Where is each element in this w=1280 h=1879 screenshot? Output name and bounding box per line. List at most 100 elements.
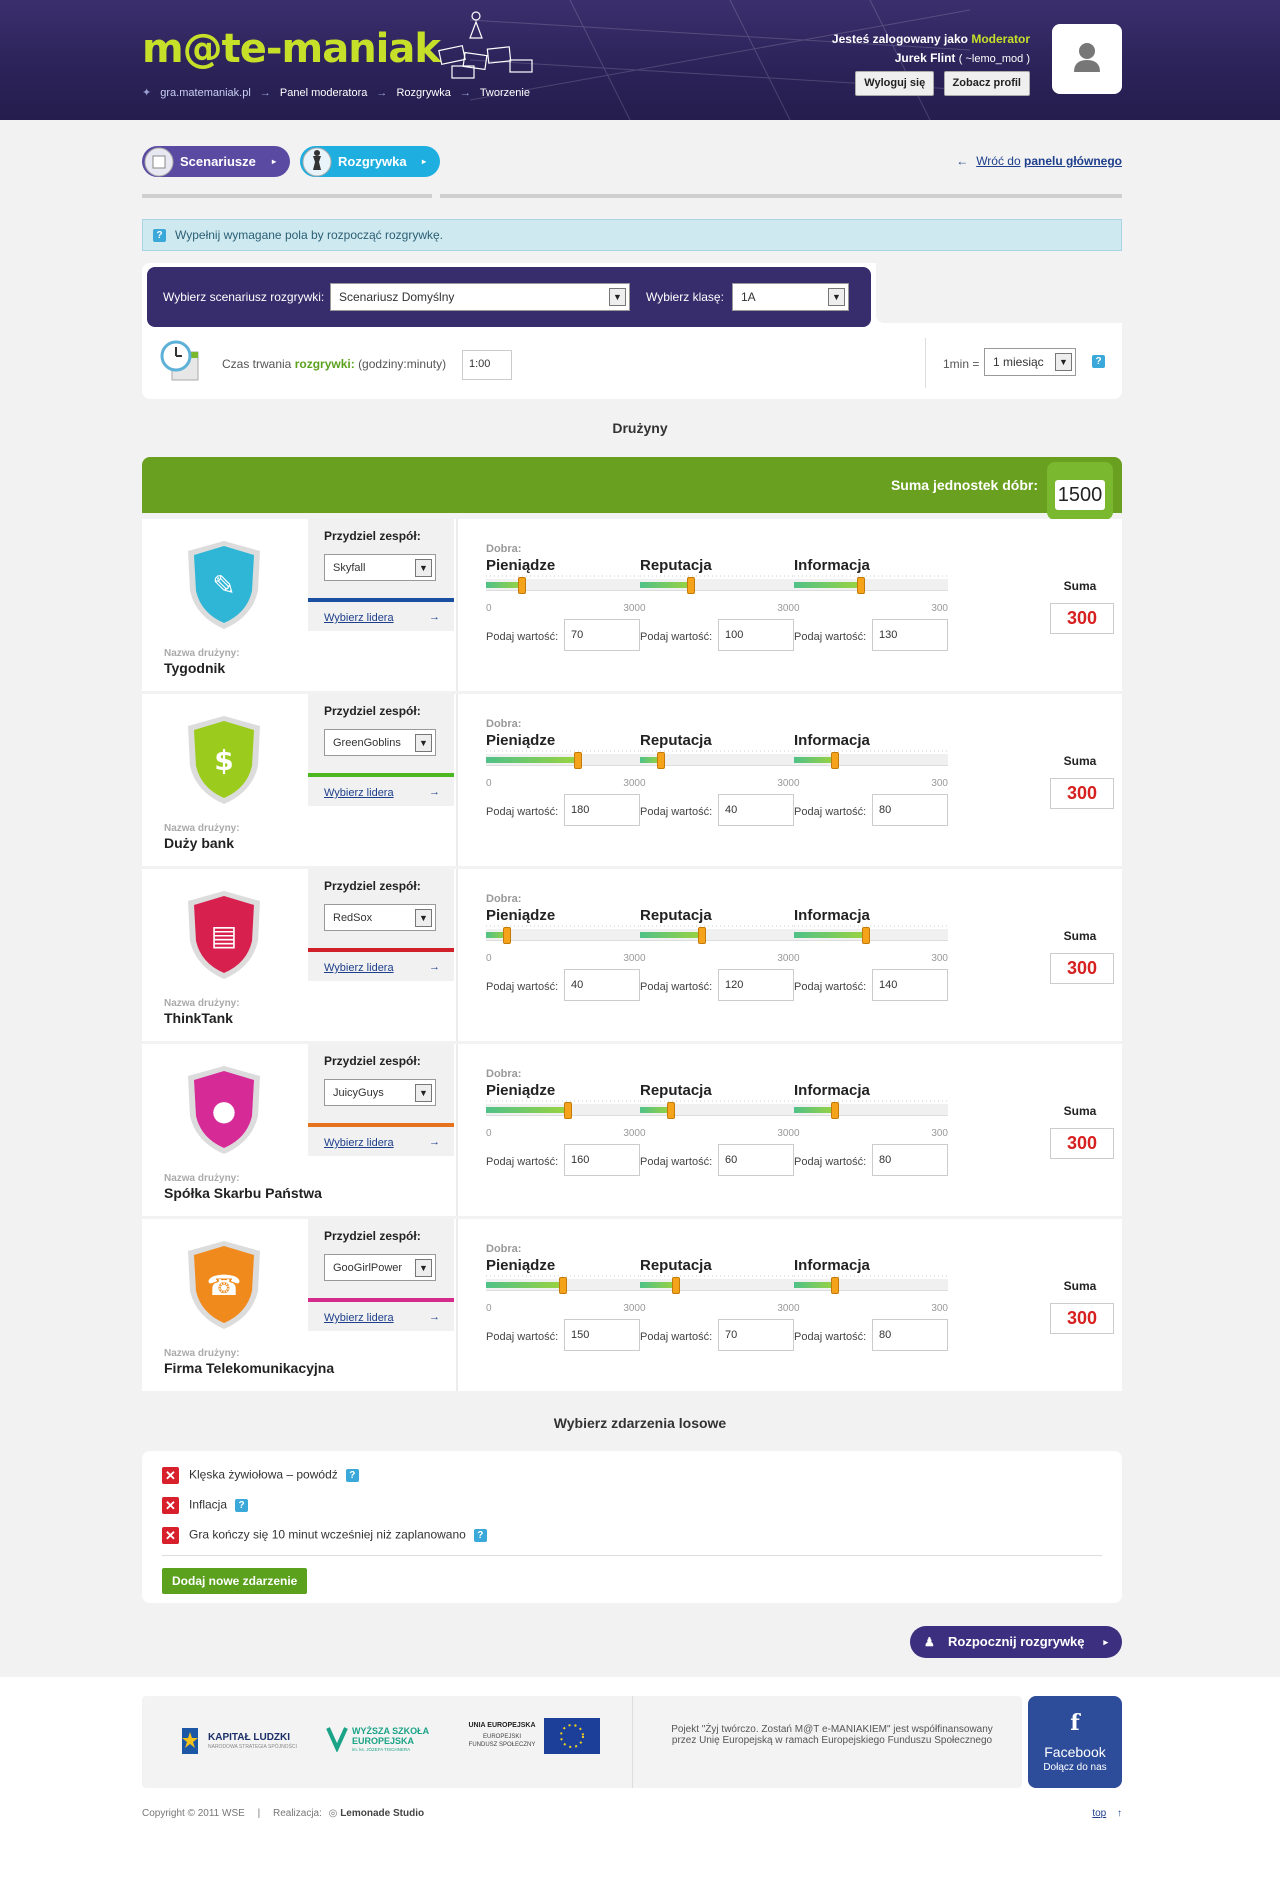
slider-handle[interactable] bbox=[574, 752, 582, 769]
scenario-select[interactable]: Scenariusz Domyślny ▼ bbox=[330, 283, 630, 311]
sum-panel: Suma 300 bbox=[1038, 1044, 1122, 1216]
resource-slider[interactable] bbox=[640, 750, 794, 769]
resource-name: Informacja bbox=[794, 557, 870, 574]
value-input[interactable]: 150 bbox=[564, 1319, 640, 1351]
value-input[interactable]: 80 bbox=[872, 1319, 948, 1351]
value-input[interactable]: 160 bbox=[564, 1144, 640, 1176]
slider-handle[interactable] bbox=[687, 577, 695, 594]
resource-slider[interactable] bbox=[486, 750, 640, 769]
resource-slider-group: Informacja 0 300 Podaj wartość: 130 bbox=[794, 557, 948, 651]
value-input[interactable]: 40 bbox=[718, 794, 794, 826]
choose-leader-link[interactable]: Wybierz lidera bbox=[324, 1312, 394, 1324]
ratio-select[interactable]: 1 miesiąc ▼ bbox=[984, 348, 1076, 376]
value-input[interactable]: 80 bbox=[872, 1144, 948, 1176]
breadcrumb-home[interactable]: gra.matemaniak.pl bbox=[160, 87, 251, 99]
ratio-label: 1min = bbox=[943, 357, 980, 371]
resource-slider[interactable] bbox=[640, 1275, 794, 1294]
slider-handle[interactable] bbox=[831, 1102, 839, 1119]
group-select[interactable]: JuicyGuys ▼ bbox=[324, 1079, 436, 1106]
add-event-button[interactable]: Dodaj nowe zdarzenie bbox=[162, 1568, 308, 1594]
resource-slider[interactable] bbox=[486, 925, 640, 944]
tab-scenarios[interactable]: Scenariusze ▸ bbox=[142, 146, 290, 177]
help-icon[interactable]: ? bbox=[1092, 355, 1105, 368]
slider-handle[interactable] bbox=[518, 577, 526, 594]
resource-slider[interactable] bbox=[486, 1275, 640, 1294]
resource-slider-group: Informacja 0 300 Podaj wartość: 80 bbox=[794, 1257, 948, 1351]
remove-icon[interactable]: ✕ bbox=[162, 1527, 179, 1544]
start-game-button[interactable]: ♟ Rozpocznij rozgrywkę ▸ bbox=[910, 1626, 1122, 1658]
slider-handle[interactable] bbox=[564, 1102, 572, 1119]
breadcrumb-game[interactable]: Rozgrywka bbox=[396, 87, 450, 99]
group-select[interactable]: GooGirlPower ▼ bbox=[324, 1254, 436, 1281]
value-input[interactable]: 100 bbox=[718, 619, 794, 651]
slider-handle[interactable] bbox=[559, 1277, 567, 1294]
resource-slider[interactable] bbox=[486, 1100, 640, 1119]
team-color-stripe bbox=[308, 948, 454, 952]
resource-slider[interactable] bbox=[640, 925, 794, 944]
value-input[interactable]: 130 bbox=[872, 619, 948, 651]
slider-handle[interactable] bbox=[672, 1277, 680, 1294]
dollar-icon: $ bbox=[214, 744, 233, 777]
resource-slider[interactable] bbox=[794, 750, 948, 769]
studio-link[interactable]: Lemonade Studio bbox=[340, 1808, 424, 1819]
eu-flag-icon bbox=[544, 1718, 600, 1754]
slider-handle[interactable] bbox=[857, 577, 865, 594]
value-input[interactable]: 70 bbox=[718, 1319, 794, 1351]
facebook-button[interactable]: f Facebook Dołącz do nas bbox=[1028, 1696, 1122, 1788]
top-link[interactable]: top ↑ bbox=[1092, 1808, 1122, 1819]
help-icon[interactable]: ? bbox=[345, 1469, 359, 1482]
logout-button[interactable]: Wyloguj się bbox=[855, 71, 935, 96]
choose-leader-link[interactable]: Wybierz lidera bbox=[324, 1137, 394, 1149]
choose-leader-link[interactable]: Wybierz lidera bbox=[324, 787, 394, 799]
resource-slider[interactable] bbox=[794, 925, 948, 944]
resource-slider[interactable] bbox=[640, 1100, 794, 1119]
resource-slider[interactable] bbox=[794, 1100, 948, 1119]
value-input[interactable]: 80 bbox=[872, 794, 948, 826]
logo[interactable]: m@te-maniak bbox=[142, 26, 441, 72]
resource-slider-group: Reputacja 0 300 Podaj wartość: 120 bbox=[640, 907, 794, 1001]
help-icon[interactable]: ? bbox=[473, 1529, 487, 1542]
slider-fill bbox=[486, 1282, 563, 1288]
remove-icon[interactable]: ✕ bbox=[162, 1467, 179, 1484]
group-select[interactable]: Skyfall ▼ bbox=[324, 554, 436, 581]
slider-handle[interactable] bbox=[698, 927, 706, 944]
tab-game[interactable]: Rozgrywka ▸ bbox=[300, 146, 440, 177]
slider-handle[interactable] bbox=[503, 927, 511, 944]
duration-input[interactable]: 1:00 bbox=[462, 350, 512, 380]
value-input[interactable]: 70 bbox=[564, 619, 640, 651]
slider-handle[interactable] bbox=[657, 752, 665, 769]
value-input[interactable]: 40 bbox=[564, 969, 640, 1001]
breadcrumb-panel[interactable]: Panel moderatora bbox=[280, 87, 367, 99]
assign-team-panel: Przydziel zespół: JuicyGuys ▼ Wybierz lider… bbox=[308, 1044, 454, 1156]
resource-slider[interactable] bbox=[794, 575, 948, 594]
arrow-right-icon: ▸ bbox=[1103, 1637, 1108, 1647]
slider-handle[interactable] bbox=[862, 927, 870, 944]
choose-leader-link[interactable]: Wybierz lidera bbox=[324, 962, 394, 974]
value-input[interactable]: 60 bbox=[718, 1144, 794, 1176]
resource-name: Informacja bbox=[794, 907, 870, 924]
slider-handle[interactable] bbox=[831, 1277, 839, 1294]
team-color-stripe bbox=[308, 773, 454, 777]
back-link[interactable]: ← Wróć do panelu głównego bbox=[956, 154, 1122, 168]
group-select[interactable]: RedSox ▼ bbox=[324, 904, 436, 931]
team-color-stripe bbox=[308, 1298, 454, 1302]
value-input[interactable]: 140 bbox=[872, 969, 948, 1001]
resource-slider-group: Informacja 0 300 Podaj wartość: 80 bbox=[794, 1082, 948, 1176]
profile-button[interactable]: Zobacz profil bbox=[943, 71, 1030, 96]
help-icon[interactable]: ? bbox=[235, 1499, 249, 1512]
slider-handle[interactable] bbox=[667, 1102, 675, 1119]
slider-fill bbox=[486, 582, 522, 588]
choose-leader-link[interactable]: Wybierz lidera bbox=[324, 612, 394, 624]
value-input[interactable]: 180 bbox=[564, 794, 640, 826]
remove-icon[interactable]: ✕ bbox=[162, 1497, 179, 1514]
resource-slider[interactable] bbox=[640, 575, 794, 594]
slider-handle[interactable] bbox=[831, 752, 839, 769]
scale-min: 0 bbox=[794, 1303, 800, 1314]
value-input[interactable]: 120 bbox=[718, 969, 794, 1001]
resource-slider[interactable] bbox=[486, 575, 640, 594]
resource-slider[interactable] bbox=[794, 1275, 948, 1294]
group-select[interactable]: GreenGoblins ▼ bbox=[324, 729, 436, 756]
group-value: GreenGoblins bbox=[333, 737, 401, 749]
class-select[interactable]: 1A ▼ bbox=[732, 283, 849, 311]
avatar[interactable] bbox=[1052, 24, 1122, 94]
